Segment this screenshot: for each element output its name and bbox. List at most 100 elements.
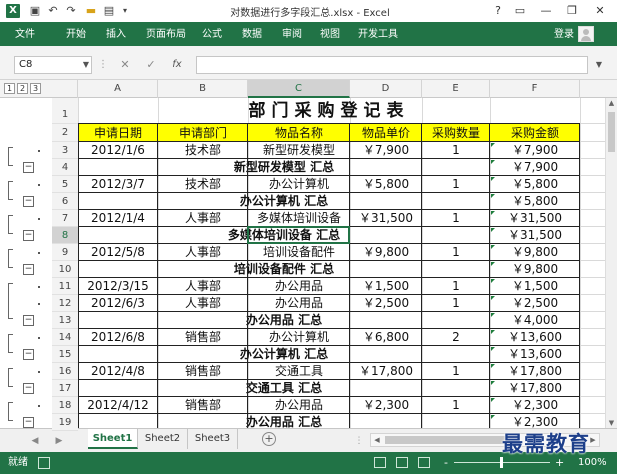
cell-amount[interactable]: ￥9,800 [490,244,580,261]
subtotal-amount[interactable]: ￥5,800 [490,193,580,210]
chevron-down-icon[interactable]: ▼ [80,56,92,74]
column-header-e[interactable]: E [422,80,490,98]
header-unit-price[interactable]: 物品单价 [350,124,422,142]
row-header[interactable]: 4 [52,159,78,176]
save-icon[interactable]: ▣ [28,3,42,19]
cell-unit-price[interactable]: ￥2,300 [350,397,422,414]
cancel-entry-button[interactable]: ✕ [116,56,134,74]
undo-icon[interactable]: ↶ [46,3,60,19]
cell-unit-price[interactable]: ￥31,500 [350,210,422,227]
cell-quantity[interactable]: 1 [422,142,490,159]
scroll-down-icon[interactable]: ▼ [606,418,617,428]
cell-quantity[interactable]: 1 [422,397,490,414]
macro-recording-icon[interactable] [38,457,50,469]
row-header[interactable]: 6 [52,193,78,210]
row-header[interactable]: 18 [52,397,78,414]
cell-item-name[interactable]: 办公计算机 [248,176,350,193]
header-apply-date[interactable]: 申请日期 [78,124,158,142]
subtotal-label[interactable]: 交通工具 汇总 [78,380,490,397]
page-break-view-icon[interactable] [418,457,430,468]
row-header[interactable]: 13 [52,312,78,329]
tab-page-layout[interactable]: 页面布局 [146,26,186,44]
header-department[interactable]: 申请部门 [158,124,248,142]
header-quantity[interactable]: 采购数量 [422,124,490,142]
cell-apply-date[interactable]: 2012/6/8 [78,329,158,346]
collapse-group-icon[interactable]: − [23,196,34,207]
print-preview-icon[interactable]: ▤ [102,3,116,19]
active-cell-selection[interactable] [247,226,350,244]
subtotal-label[interactable]: 办公计算机 汇总 [78,193,490,210]
subtotal-amount[interactable]: ￥7,900 [490,159,580,176]
header-item-name[interactable]: 物品名称 [248,124,350,142]
insert-function-button[interactable]: fx [168,56,186,74]
subtotal-amount[interactable]: ￥4,000 [490,312,580,329]
row-header[interactable]: 16 [52,363,78,380]
cell-department[interactable]: 技术部 [158,142,248,159]
tab-review[interactable]: 审阅 [282,26,302,44]
tab-developer[interactable]: 开发工具 [358,26,398,44]
subtotal-amount[interactable]: ￥31,500 [490,227,580,244]
cell-amount[interactable]: ￥13,600 [490,329,580,346]
subtotal-amount[interactable]: ￥9,800 [490,261,580,278]
outline-level-2-button[interactable]: 2 [17,83,28,94]
zoom-slider-thumb[interactable] [500,457,503,468]
row-header[interactable]: 10 [52,261,78,278]
cell-item-name[interactable]: 培训设备配件 [248,244,350,261]
cell-apply-date[interactable]: 2012/1/4 [78,210,158,227]
cell-quantity[interactable]: 1 [422,176,490,193]
sheet-tab-sheet1[interactable]: Sheet1 [88,429,138,449]
column-header-a[interactable]: A [78,80,158,98]
row-header[interactable]: 9 [52,244,78,261]
cell-amount[interactable]: ￥1,500 [490,278,580,295]
outline-level-3-button[interactable]: 3 [30,83,41,94]
collapse-group-icon[interactable]: − [23,417,34,428]
cell-department[interactable]: 技术部 [158,176,248,193]
close-button[interactable]: ✕ [590,2,610,20]
vertical-scroll-thumb[interactable] [608,112,615,152]
tab-file[interactable]: 文件 [6,26,44,44]
cell-amount[interactable]: ￥31,500 [490,210,580,227]
cell-quantity[interactable]: 2 [422,329,490,346]
row-header[interactable]: 14 [52,329,78,346]
cell-quantity[interactable]: 1 [422,363,490,380]
cell-item-name[interactable]: 多媒体培训设备 [248,210,350,227]
sheet-tab-sheet2[interactable]: Sheet2 [138,429,188,449]
horizontal-scroll-thumb[interactable] [385,436,505,444]
column-header-b[interactable]: B [158,80,248,98]
cell-apply-date[interactable]: 2012/3/15 [78,278,158,295]
cell-department[interactable]: 销售部 [158,329,248,346]
cell-quantity[interactable]: 1 [422,210,490,227]
restore-button[interactable]: ❐ [562,2,582,20]
add-sheet-button[interactable]: + [262,432,276,446]
cell-quantity[interactable]: 1 [422,295,490,312]
user-avatar-icon[interactable] [578,26,594,42]
next-sheet-icon[interactable]: ▶ [52,434,66,448]
cell-unit-price[interactable]: ￥6,800 [350,329,422,346]
row-header[interactable]: 12 [52,295,78,312]
row-header[interactable]: 11 [52,278,78,295]
cell-amount[interactable]: ￥2,300 [490,397,580,414]
previous-sheet-icon[interactable]: ◀ [28,434,42,448]
cell-department[interactable]: 人事部 [158,278,248,295]
cell-quantity[interactable]: 1 [422,278,490,295]
subtotal-label[interactable]: 办公计算机 汇总 [78,346,490,363]
formula-input[interactable] [196,56,588,74]
tab-home[interactable]: 开始 [66,26,86,44]
row-header[interactable]: 15 [52,346,78,363]
sheet-tab-sheet3[interactable]: Sheet3 [188,429,238,449]
cell-apply-date[interactable]: 2012/4/8 [78,363,158,380]
cell-unit-price[interactable]: ￥2,500 [350,295,422,312]
collapse-group-icon[interactable]: − [23,383,34,394]
select-all-corner[interactable] [52,80,78,98]
row-header[interactable]: 2 [52,124,78,142]
vertical-scrollbar[interactable]: ▲ ▼ [605,98,617,428]
subtotal-label[interactable]: 办公用品 汇总 [78,312,490,329]
cell-unit-price[interactable]: ￥7,900 [350,142,422,159]
zoom-out-button[interactable]: - [444,455,448,471]
cell-apply-date[interactable]: 2012/1/6 [78,142,158,159]
row-header[interactable]: 19 [52,414,78,431]
cell-department[interactable]: 人事部 [158,210,248,227]
cell-amount[interactable]: ￥17,800 [490,363,580,380]
subtotal-label[interactable]: 培训设备配件 汇总 [78,261,490,278]
cell-department[interactable]: 销售部 [158,363,248,380]
